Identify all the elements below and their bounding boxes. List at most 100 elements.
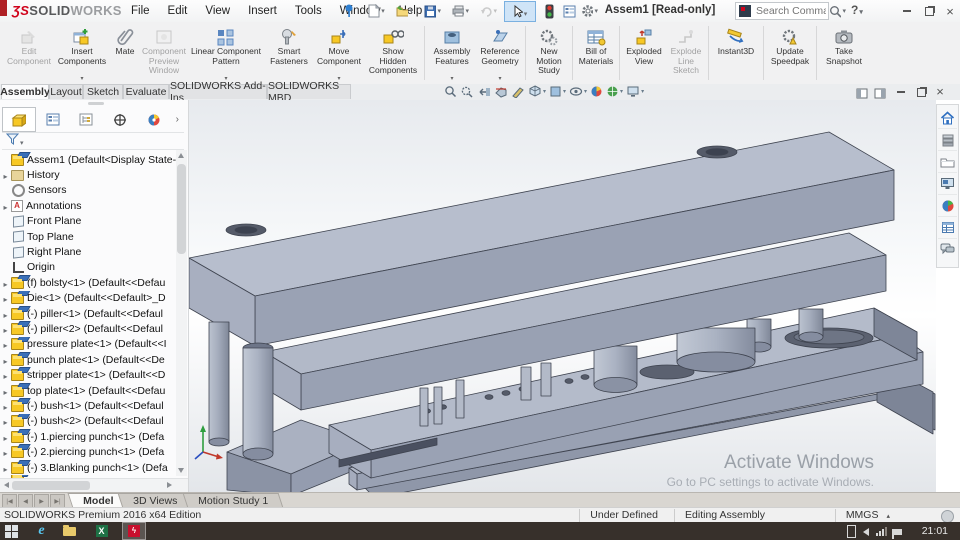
expander-icon[interactable] <box>0 198 11 213</box>
restore-button[interactable] <box>921 4 937 18</box>
menu-edit[interactable]: Edit <box>159 5 197 17</box>
ribbon-button-smart-fasteners[interactable]: Smart Fasteners <box>264 25 314 66</box>
tree-row-top-plane[interactable]: Top Plane <box>0 229 176 244</box>
tree-row-annotations[interactable]: Annotations <box>0 198 176 213</box>
save-icon[interactable] <box>424 3 441 19</box>
start-button[interactable] <box>4 524 19 538</box>
ribbon-button-mate[interactable]: Mate <box>110 25 140 57</box>
zoom-to-fit-icon[interactable] <box>444 85 457 98</box>
tab-display-manager[interactable] <box>137 107 171 132</box>
menu-insert[interactable]: Insert <box>239 5 286 17</box>
expander-icon[interactable] <box>0 444 11 459</box>
tab-layout[interactable]: Layout <box>49 84 83 99</box>
taskbar-clock[interactable]: 21:01 <box>922 525 948 537</box>
scroll-thumb[interactable] <box>177 164 186 254</box>
menu-tools[interactable]: Tools <box>286 5 331 17</box>
expander-icon[interactable] <box>0 352 11 367</box>
tree-row-component[interactable]: top plate<1> (Default<<Defau <box>0 382 176 398</box>
internet-explorer-icon[interactable]: e <box>34 523 49 538</box>
panel-tabs-overflow-chevron[interactable]: › <box>171 107 184 131</box>
scroll-thumb[interactable] <box>12 481 90 490</box>
doc-restore-button[interactable] <box>913 85 929 99</box>
tree-row-root[interactable]: Assem1 (Default<Display State-1> <box>0 152 176 167</box>
tree-row-history[interactable]: History <box>0 167 176 182</box>
tree-row-component[interactable]: (-) 1.piercing punch<1> (Defa <box>0 429 176 444</box>
ribbon-button-instant3d[interactable]: Instant3D <box>711 25 761 57</box>
tree-row-right-plane[interactable]: Right Plane <box>0 244 176 259</box>
expander-icon[interactable] <box>0 167 11 182</box>
design-library-icon[interactable] <box>938 129 957 151</box>
tree-row-component[interactable]: (-) piller<1> (Default<<Defaul <box>0 305 176 321</box>
tree-row-component[interactable]: (-) piller<2> (Default<<Defaul <box>0 321 176 336</box>
scroll-right-arrow[interactable] <box>167 482 172 488</box>
scroll-left-arrow[interactable] <box>4 482 9 488</box>
custom-properties-icon[interactable] <box>938 217 957 239</box>
network-icon[interactable] <box>876 527 887 536</box>
ribbon-button-assembly-features[interactable]: Assembly Features <box>427 25 477 85</box>
ribbon-button-new-motion-study[interactable]: New Motion Study <box>528 25 570 76</box>
panel-drag-handle[interactable] <box>88 102 104 105</box>
tab-dimxpert[interactable] <box>103 107 137 132</box>
tree-vertical-scrollbar[interactable] <box>176 150 187 476</box>
hide-show-items-icon[interactable] <box>569 85 587 98</box>
expander-icon[interactable] <box>0 414 11 429</box>
tab-nav-buttons[interactable]: |◀ ◀ ▶ ▶| <box>2 494 66 508</box>
filter-funnel-icon[interactable] <box>5 132 20 150</box>
tree-row-component[interactable]: (-) bush<2> (Default<<Defaul <box>0 413 176 429</box>
search-input[interactable] <box>754 4 828 18</box>
expander-icon[interactable] <box>0 429 11 444</box>
ribbon-button-linear-component-pattern[interactable]: Linear Component Pattern <box>188 25 264 85</box>
rebuild-icon[interactable] <box>541 3 558 19</box>
forum-icon[interactable] <box>938 239 957 260</box>
excel-taskbar-icon[interactable]: X <box>94 524 109 538</box>
battery-icon[interactable] <box>847 525 856 538</box>
tree-row-component[interactable]: pressure plate<1> (Default<<I <box>0 336 176 352</box>
tree-row-component[interactable]: (-) bush<1> (Default<<Defaul <box>0 398 176 413</box>
section-view-icon[interactable] <box>494 85 508 98</box>
model-assembly[interactable] <box>188 100 936 499</box>
expander-icon[interactable] <box>0 460 11 475</box>
expander-icon[interactable] <box>0 306 11 321</box>
ribbon-button-update-speedpak[interactable]: Update Speedpak <box>766 25 814 66</box>
close-button[interactable] <box>942 4 958 18</box>
file-explorer-icon[interactable] <box>938 151 957 173</box>
solidworks-taskbar-icon[interactable]: ϟ <box>122 522 146 540</box>
unit-system-dropdown[interactable]: MMGS <box>834 509 900 522</box>
previous-view-icon[interactable] <box>477 85 491 98</box>
select-tool-button[interactable] <box>504 1 536 22</box>
ribbon-button-reference-geometry[interactable]: Reference Geometry <box>477 25 523 85</box>
tree-horizontal-scrollbar[interactable] <box>0 478 188 492</box>
doc-minimize-button[interactable] <box>893 85 909 99</box>
zoom-to-area-icon[interactable] <box>460 85 474 98</box>
viewport-canvas[interactable]: Activate Windows Go to PC settings to ac… <box>188 100 936 499</box>
tab-solidworks-mbd[interactable]: SOLIDWORKS MBD <box>267 80 351 104</box>
ribbon-button-move-component[interactable]: Move Component <box>314 25 364 85</box>
filter-caret[interactable] <box>19 132 24 150</box>
print-icon[interactable] <box>452 3 469 19</box>
expander-icon[interactable] <box>0 291 11 306</box>
ribbon-button-bill-of-materials[interactable]: Bill of Materials <box>575 25 617 66</box>
expander-icon[interactable] <box>0 383 11 398</box>
ribbon-button-take-snapshot[interactable]: Take Snapshot <box>819 25 869 66</box>
view-settings-icon[interactable] <box>626 85 644 98</box>
help-button[interactable]: ? <box>851 3 863 17</box>
tab-assembly[interactable]: Assembly <box>0 84 50 99</box>
doc-close-button[interactable] <box>932 84 948 98</box>
expander-icon[interactable] <box>0 321 11 336</box>
tab-evaluate[interactable]: Evaluate <box>123 84 169 99</box>
open-icon[interactable] <box>396 3 413 19</box>
scroll-down-arrow[interactable] <box>178 468 184 473</box>
ribbon-button-insert-components[interactable]: Insert Components <box>54 25 110 85</box>
expander-icon[interactable] <box>0 275 11 290</box>
tab-3d-views[interactable]: 3D Views <box>117 493 193 508</box>
apply-scene-icon[interactable] <box>606 85 623 98</box>
notifications-flag-icon[interactable] <box>892 528 902 539</box>
expander-icon[interactable] <box>0 398 11 413</box>
tree-row-component[interactable]: Die<1> (Default<<Default>_D <box>0 290 176 306</box>
expander-icon[interactable] <box>0 367 11 382</box>
expander-icon[interactable] <box>0 337 11 352</box>
tab-feature-tree[interactable] <box>2 107 36 132</box>
appearances-icon[interactable] <box>938 195 957 217</box>
view-orientation-icon[interactable] <box>528 85 546 98</box>
home-icon[interactable] <box>938 107 957 129</box>
